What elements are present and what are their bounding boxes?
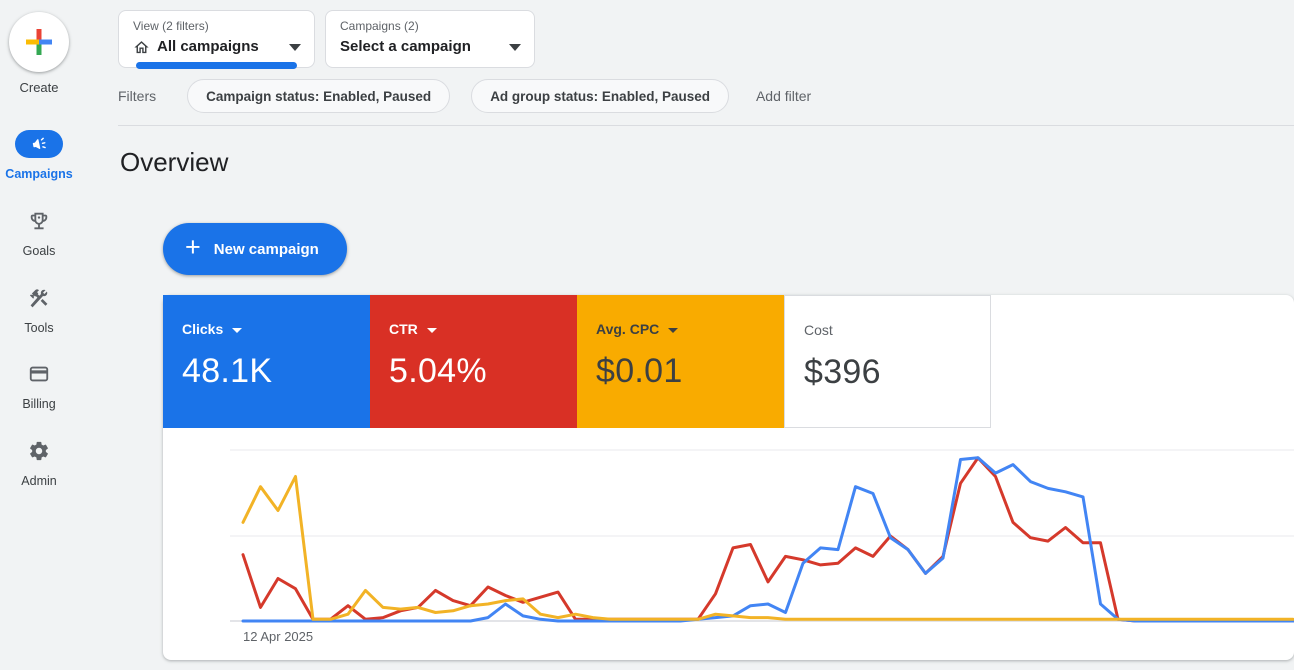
filter-chip-ad-group-status[interactable]: Ad group status: Enabled, Paused [471, 79, 729, 113]
trend-chart-svg [163, 428, 1294, 660]
page-title: Overview [120, 147, 228, 178]
chevron-down-icon [509, 44, 521, 51]
scorecard-avg-cpc[interactable]: Avg. CPC $0.01 [577, 295, 784, 428]
view-selector-dropdown[interactable]: View (2 filters) All campaigns [118, 10, 315, 68]
x-axis-tick-label: 12 Apr 2025 [243, 629, 313, 644]
chevron-down-icon [289, 44, 301, 51]
plus-icon: + [185, 234, 201, 261]
header-divider [118, 125, 1294, 126]
metric-dropdown-caret-icon [427, 328, 437, 333]
selected-tab-indicator [136, 62, 297, 69]
active-item-pill [15, 130, 63, 158]
gear-icon [28, 440, 50, 462]
scorecard-ctr[interactable]: CTR 5.04% [370, 295, 577, 428]
create-button[interactable]: Create [0, 12, 78, 95]
sidebar-item-label: Goals [0, 244, 78, 258]
overview-chart-panel: Clicks 48.1K CTR 5.04% Avg. CPC $0.01 Co… [163, 295, 1294, 660]
sidebar-item-tools[interactable]: Tools [0, 284, 78, 335]
chart-line-ctr [243, 458, 1293, 621]
megaphone-icon [30, 135, 48, 153]
chart-line-avg-cpc [243, 477, 1293, 620]
add-filter-button[interactable]: Add filter [756, 88, 811, 104]
scorecard-label: Clicks [182, 321, 223, 337]
new-campaign-button[interactable]: + New campaign [163, 223, 347, 275]
create-circle [9, 12, 69, 72]
sidebar-item-goals[interactable]: Goals [0, 207, 78, 258]
scorecard-value: 48.1K [182, 352, 370, 391]
create-label: Create [0, 80, 78, 95]
filters-bar: Filters Campaign status: Enabled, Paused… [118, 79, 811, 113]
home-icon [133, 39, 150, 56]
metric-dropdown-caret-icon [232, 328, 242, 333]
chart-line-clicks [243, 458, 1293, 621]
campaign-selector-value: Select a campaign [340, 37, 471, 57]
metric-dropdown-caret-icon [668, 328, 678, 333]
performance-trend-chart: 12 Apr 2025 [163, 428, 1294, 660]
filters-label: Filters [118, 88, 156, 104]
filter-chip-campaign-status[interactable]: Campaign status: Enabled, Paused [187, 79, 450, 113]
scorecard-label: CTR [389, 321, 418, 337]
sidebar-item-label: Admin [0, 474, 78, 488]
sidebar: Create Campaigns Goa [0, 0, 118, 670]
scorecard-value: $396 [804, 353, 990, 392]
sidebar-item-campaigns[interactable]: Campaigns [0, 130, 78, 181]
campaign-selector-dropdown[interactable]: Campaigns (2) Select a campaign [325, 10, 535, 68]
scorecard-label: Cost [804, 322, 833, 338]
view-selector-value: All campaigns [157, 37, 259, 57]
campaign-selector-label: Campaigns (2) [340, 19, 500, 34]
view-selector-label: View (2 filters) [133, 19, 280, 34]
scorecard-value: 5.04% [389, 352, 577, 391]
sidebar-item-label: Billing [0, 397, 78, 411]
sidebar-item-billing[interactable]: Billing [0, 360, 78, 411]
scorecard-clicks[interactable]: Clicks 48.1K [163, 295, 370, 428]
scorecard-strip: Clicks 48.1K CTR 5.04% Avg. CPC $0.01 Co… [163, 295, 991, 428]
sidebar-item-admin[interactable]: Admin [0, 437, 78, 488]
tools-icon [28, 287, 50, 309]
sidebar-item-label: Campaigns [0, 167, 78, 181]
create-plus-icon [25, 28, 53, 56]
trophy-icon [28, 210, 50, 232]
credit-card-icon [28, 363, 50, 385]
scorecard-cost[interactable]: Cost $396 [784, 295, 991, 428]
new-campaign-label: New campaign [214, 241, 319, 258]
scorecard-value: $0.01 [596, 352, 784, 391]
scorecard-label: Avg. CPC [596, 321, 659, 337]
sidebar-item-label: Tools [0, 321, 78, 335]
